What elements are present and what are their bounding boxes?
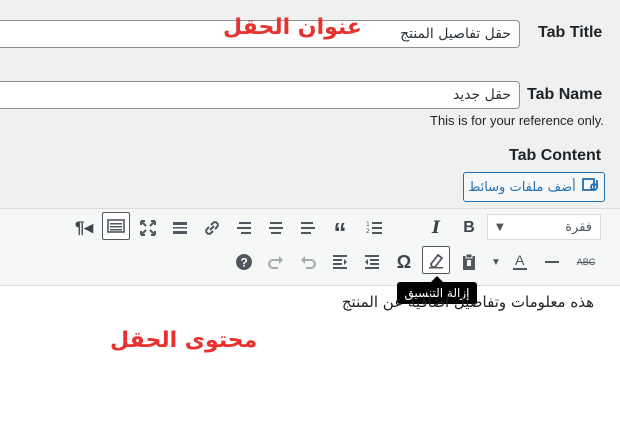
- tab-name-input[interactable]: حقل جديد: [0, 81, 520, 109]
- editor-body-text: هذه معلومات وتفاصيل اضافية عن المنتج: [341, 293, 594, 311]
- link-icon[interactable]: [198, 214, 226, 242]
- tab-title-annotation: عنوان الحقل: [223, 15, 362, 40]
- text-color-icon[interactable]: A: [506, 248, 534, 276]
- chevron-down-icon: ▼: [496, 221, 504, 233]
- add-media-button[interactable]: أضف ملفات وسائط: [463, 172, 605, 202]
- text-color-dropdown-icon[interactable]: ▼: [484, 248, 508, 276]
- help-icon[interactable]: ?: [230, 248, 258, 276]
- tab-title-label: Tab Title: [538, 24, 603, 41]
- fullscreen-icon[interactable]: [134, 214, 162, 242]
- tab-name-label: Tab Name: [527, 86, 603, 103]
- clear-formatting-icon[interactable]: [422, 246, 450, 274]
- tab-name-hint: This is for your reference only.: [430, 113, 604, 128]
- bulleted-list-icon[interactable]: 12: [360, 214, 388, 242]
- horizontal-line-icon[interactable]: [538, 248, 566, 276]
- tab-content-label: Tab Content: [509, 147, 602, 164]
- svg-text:2: 2: [366, 228, 370, 235]
- svg-text:A: A: [515, 252, 525, 268]
- format-select[interactable]: فقرة ▼: [487, 214, 601, 240]
- rtl-paragraph-icon[interactable]: ¶◂: [70, 214, 98, 242]
- read-more-icon[interactable]: [166, 214, 194, 242]
- strikethrough-icon[interactable]: ABC: [572, 248, 600, 276]
- italic-icon[interactable]: I: [422, 214, 450, 242]
- undo-icon[interactable]: [294, 248, 322, 276]
- format-select-value: فقرة: [565, 219, 592, 235]
- outdent-icon[interactable]: [358, 248, 386, 276]
- bold-icon[interactable]: B: [455, 214, 483, 242]
- align-left-icon[interactable]: [294, 214, 322, 242]
- add-media-label: أضف ملفات وسائط: [468, 179, 576, 195]
- media-icon: [581, 176, 600, 198]
- align-right-icon[interactable]: [230, 214, 258, 242]
- blockquote-icon[interactable]: “: [326, 214, 354, 245]
- redo-icon[interactable]: [262, 248, 290, 276]
- svg-text:1: 1: [366, 221, 370, 228]
- svg-text:?: ?: [241, 256, 248, 270]
- tab-content-annotation: محتوى الحقل: [110, 328, 258, 353]
- special-character-icon[interactable]: Ω: [390, 248, 418, 276]
- indent-icon[interactable]: [326, 248, 354, 276]
- toolbar-toggle-icon[interactable]: [102, 212, 130, 240]
- paste-as-text-icon[interactable]: [455, 248, 483, 276]
- align-center-icon[interactable]: [262, 214, 290, 242]
